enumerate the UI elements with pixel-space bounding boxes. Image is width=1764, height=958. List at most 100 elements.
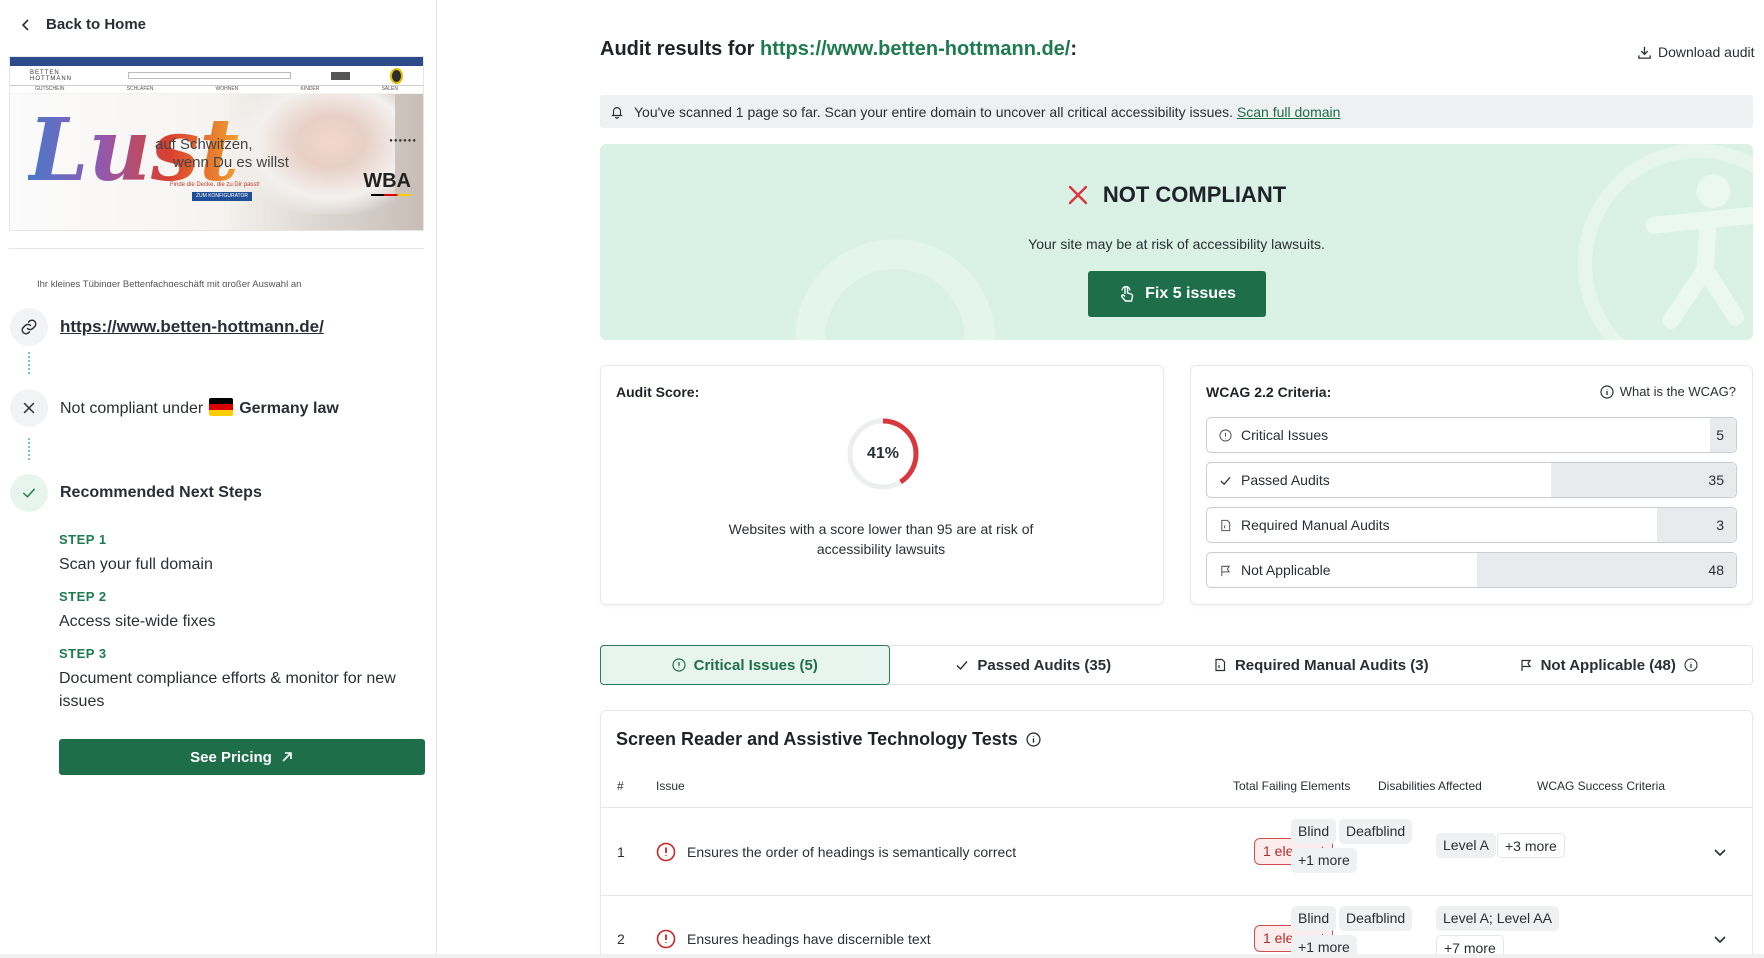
issue-text: Ensures headings have discernible text <box>687 931 931 947</box>
see-pricing-label: See Pricing <box>190 748 272 766</box>
disability-chip: Blind <box>1291 906 1337 931</box>
timeline-connector <box>28 438 30 460</box>
status-title: NOT COMPLIANT <box>1102 182 1287 207</box>
table-divider <box>601 807 1752 808</box>
wcag-criteria-chip: Level A <box>1436 833 1496 858</box>
chevron-left-icon <box>21 18 29 31</box>
banner-text: You've scanned 1 page so far. Scan your … <box>634 104 1340 120</box>
preview-search-button <box>331 71 350 80</box>
column-header-failing-elements: Total Failing Elements <box>1233 779 1351 793</box>
scan-full-domain-link[interactable]: Scan full domain <box>1237 104 1341 120</box>
wcag-row-text: Not Applicable <box>1241 562 1331 578</box>
wcag-row-critical[interactable]: Critical Issues 5 <box>1206 417 1737 453</box>
audit-score-card: Audit Score: 41% Websites with a score l… <box>600 365 1164 605</box>
preview-top-bar <box>10 57 423 66</box>
results-section: Screen Reader and Assistive Technology T… <box>600 710 1753 958</box>
page-title: Audit results for https://www.betten-hot… <box>600 38 1077 61</box>
back-to-home-link[interactable]: Back to Home <box>20 16 146 33</box>
check-icon <box>956 661 968 671</box>
info-icon[interactable] <box>1026 732 1041 747</box>
title-suffix: : <box>1070 38 1078 60</box>
disability-more-chip[interactable]: +1 more <box>1291 848 1357 873</box>
column-header-issue: Issue <box>656 779 685 793</box>
wcag-row-label: Required Manual Audits <box>1207 517 1716 533</box>
fix-issues-button[interactable]: Fix 5 issues <box>1088 271 1266 317</box>
tab-critical-issues[interactable]: Critical Issues (5) <box>600 645 890 685</box>
germany-flag-icon <box>209 398 234 416</box>
preview-menu-item: GUTSCHEIN <box>35 86 65 92</box>
preview-shop-logo: BETTEN HOTTMANN <box>30 69 72 82</box>
preview-menu-item: SALEN <box>381 86 398 92</box>
see-pricing-button[interactable]: See Pricing <box>59 739 425 775</box>
preview-nav: BETTEN HOTTMANN <box>10 66 423 86</box>
wcag-row-passed[interactable]: Passed Audits 35 <box>1206 462 1737 498</box>
download-audit-button[interactable]: Download audit <box>1637 44 1755 60</box>
title-prefix: Audit results for <box>600 38 755 60</box>
preview-hero-image: Lust auf Schwitzen, wenn Du es willst Fi… <box>10 94 423 230</box>
arrow-up-right-icon <box>282 752 292 762</box>
wcag-row-manual[interactable]: Required Manual Audits 3 <box>1206 507 1737 543</box>
preview-brand-logo: WBA <box>363 170 411 192</box>
disability-chip: Deafblind <box>1339 819 1413 844</box>
wcag-row-count: 48 <box>1708 562 1724 578</box>
wcag-row-text: Critical Issues <box>1241 427 1329 443</box>
site-description: Ihr kleines Tübinger Bettenfachgeschäft … <box>37 279 302 287</box>
tab-required-manual-audits[interactable]: Required Manual Audits (3) <box>1177 646 1465 684</box>
wcag-row-label: Not Applicable <box>1207 562 1708 578</box>
step-2-label: STEP 2 <box>59 589 107 604</box>
preview-menu: GUTSCHEIN SCHLAFEN WOHNEN KINDER SALEN <box>10 86 423 93</box>
site-preview-thumbnail: BETTEN HOTTMANN GUTSCHEIN SCHLAFEN WOHNE… <box>9 56 424 231</box>
wcag-row-not-applicable[interactable]: Not Applicable 48 <box>1206 552 1737 588</box>
horizontal-scrollbar[interactable] <box>0 954 1764 958</box>
issue-cell: Ensures the order of headings is semanti… <box>656 842 1016 862</box>
what-is-wcag-label: What is the WCAG? <box>1619 384 1736 399</box>
score-note: Websites with a score lower than 95 are … <box>728 521 1034 557</box>
issue-cell: Ensures headings have discernible text <box>656 929 931 949</box>
wcag-row-count: 35 <box>1708 472 1724 488</box>
check-icon <box>1220 476 1231 485</box>
flag-icon <box>1520 659 1531 671</box>
tap-hand-icon <box>1121 285 1134 302</box>
sidebar: Back to Home BETTEN HOTTMANN GUTSCHEIN S… <box>0 0 437 958</box>
tab-passed-audits[interactable]: Passed Audits (35) <box>890 646 1178 684</box>
wcag-row-text: Required Manual Audits <box>1241 517 1390 533</box>
wcag-more-chip[interactable]: +3 more <box>1497 833 1565 858</box>
column-header-disabilities: Disabilities Affected <box>1378 779 1482 793</box>
site-url-row: https://www.betten-hottmann.de/ <box>10 308 324 346</box>
info-icon[interactable] <box>1684 658 1698 672</box>
step-2-text: Access site-wide fixes <box>59 613 216 630</box>
info-icon <box>1600 384 1614 399</box>
preview-slider-dots: ●●●●●● <box>389 138 417 144</box>
row-number: 2 <box>617 931 625 947</box>
preview-brand-stripe <box>371 194 411 196</box>
bell-icon <box>611 106 623 119</box>
download-audit-label: Download audit <box>1658 44 1755 60</box>
compliance-status-text: Not compliant under Germany law <box>60 398 339 418</box>
chevron-down-icon[interactable] <box>1712 844 1728 860</box>
close-icon <box>10 389 48 427</box>
step-1-label: STEP 1 <box>59 532 107 547</box>
next-steps-header: Recommended Next Steps <box>10 474 262 512</box>
chevron-down-icon[interactable] <box>1712 931 1728 947</box>
back-to-home-label: Back to Home <box>46 16 147 33</box>
wcag-title: WCAG 2.2 Criteria: <box>1206 384 1332 400</box>
x-mark-icon <box>1068 185 1088 205</box>
column-header-number: # <box>617 779 624 793</box>
banner-message: You've scanned 1 page so far. Scan your … <box>634 103 1234 120</box>
preview-menu-item: KINDER <box>300 86 320 92</box>
wcag-row-text: Passed Audits <box>1241 472 1330 488</box>
issue-text: Ensures the order of headings is semanti… <box>687 844 1017 860</box>
wcag-row-count: 5 <box>1716 427 1724 443</box>
site-url-link[interactable]: https://www.betten-hottmann.de/ <box>60 317 324 337</box>
title-url: https://www.betten-hottmann.de/ <box>760 38 1071 60</box>
preview-cta: ZUM KONFIGURATOR <box>192 192 252 201</box>
preview-tagline-1: auf Schwitzen, <box>155 136 253 153</box>
section-title-text: Screen Reader and Assistive Technology T… <box>616 729 1018 749</box>
flag-icon <box>1221 565 1231 576</box>
error-circle-icon <box>656 842 676 862</box>
fix-issues-label: Fix 5 issues <box>1145 285 1236 302</box>
tab-label: Critical Issues (5) <box>693 656 818 674</box>
tab-not-applicable[interactable]: Not Applicable (48) <box>1465 646 1753 684</box>
what-is-wcag-link[interactable]: What is the WCAG? <box>1600 384 1736 399</box>
scan-info-banner: You've scanned 1 page so far. Scan your … <box>600 95 1753 128</box>
